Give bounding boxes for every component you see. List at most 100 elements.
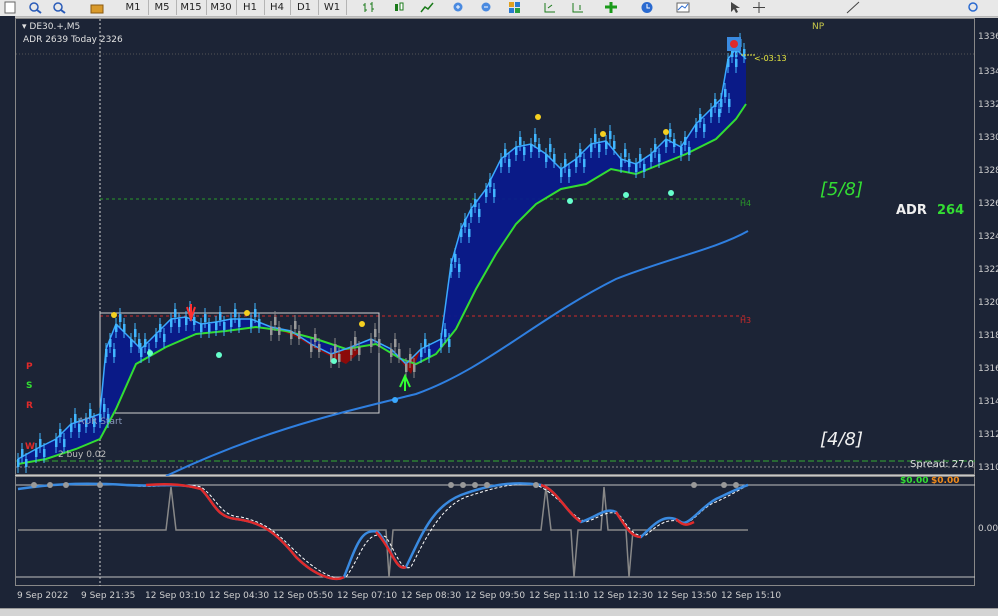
candle-body bbox=[163, 334, 166, 342]
oscillator-window[interactable]: $0.00 $0.00 bbox=[15, 476, 976, 587]
candle-body bbox=[699, 114, 702, 122]
w-label: W bbox=[25, 442, 35, 452]
x-tick: 12 Sep 08:30 bbox=[401, 591, 462, 601]
candle-body bbox=[35, 449, 38, 457]
y-tick: 1330 bbox=[978, 133, 998, 143]
signal-step-line bbox=[18, 486, 748, 578]
tf-m30[interactable]: M30 bbox=[206, 0, 237, 15]
x-tick: 12 Sep 11:10 bbox=[529, 591, 590, 601]
fast-ma-line bbox=[17, 47, 747, 460]
candle-body bbox=[219, 312, 222, 320]
candle-body bbox=[43, 449, 46, 457]
main-chart-area[interactable]: ▾ DE30.+,M5 ADR 2639 Today 2326 NP <-03:… bbox=[15, 18, 976, 476]
candle-body bbox=[493, 189, 496, 197]
fractal-dot bbox=[147, 350, 153, 356]
cursor-icon[interactable] bbox=[728, 1, 742, 14]
tf-h4[interactable]: H4 bbox=[264, 0, 291, 15]
candle-body bbox=[468, 229, 471, 237]
line-chart-icon[interactable] bbox=[420, 1, 434, 14]
collapse-triangle-icon[interactable]: ▾ bbox=[22, 22, 27, 32]
zoom-plus-icon[interactable] bbox=[452, 1, 466, 14]
candle-body bbox=[727, 59, 730, 67]
autoscroll-icon[interactable] bbox=[543, 1, 557, 14]
candle-body bbox=[458, 264, 461, 272]
candle-body bbox=[200, 324, 203, 332]
x-tick: 12 Sep 15:10 bbox=[721, 591, 782, 601]
chart-shift-icon[interactable] bbox=[571, 1, 585, 14]
candle-body bbox=[538, 144, 541, 152]
zoom-minus-icon[interactable] bbox=[480, 1, 494, 14]
indicators-icon[interactable] bbox=[604, 1, 618, 14]
templates-dropdown-icon[interactable] bbox=[676, 1, 690, 14]
candle-body bbox=[140, 349, 143, 357]
bar-chart-icon[interactable] bbox=[362, 1, 376, 14]
tf-h1[interactable]: H1 bbox=[236, 0, 265, 15]
candle-body bbox=[89, 409, 92, 417]
adr-label: ADR bbox=[896, 203, 927, 218]
slow-ma-line bbox=[17, 103, 747, 465]
fractal-dot bbox=[668, 190, 674, 196]
trendline-icon[interactable] bbox=[846, 1, 860, 14]
candle-body bbox=[59, 429, 62, 437]
candle-body bbox=[428, 349, 431, 357]
periods-icon[interactable] bbox=[640, 1, 654, 14]
osc-dot bbox=[460, 482, 466, 488]
tf-d1[interactable]: D1 bbox=[290, 0, 319, 15]
candle-body bbox=[178, 319, 181, 327]
buy-position-label: 2 buy 0.02 bbox=[58, 450, 107, 460]
fractal-dot bbox=[600, 131, 606, 137]
candle-body bbox=[310, 344, 313, 352]
templates-icon[interactable] bbox=[90, 1, 104, 14]
candle-body bbox=[454, 254, 457, 262]
time-axis[interactable]: 9 Sep 2022 9 Sep 21:35 12 Sep 03:10 12 S… bbox=[0, 586, 998, 608]
candle-body bbox=[204, 314, 207, 322]
fractal-dot bbox=[567, 198, 573, 204]
tf-m15[interactable]: M15 bbox=[176, 0, 207, 15]
candle-body bbox=[560, 169, 563, 177]
candle-body bbox=[710, 109, 713, 117]
candle-body bbox=[334, 344, 337, 352]
adr-value: 264 bbox=[937, 203, 965, 218]
zoom-out-icon[interactable] bbox=[52, 1, 66, 14]
candle-body bbox=[155, 334, 158, 342]
osc-signal-line bbox=[17, 483, 749, 579]
new-chart-icon[interactable] bbox=[3, 1, 17, 14]
y-tick: 1326 bbox=[978, 199, 998, 209]
candle-body bbox=[105, 349, 108, 357]
candle-body bbox=[635, 164, 638, 172]
candle-body bbox=[448, 339, 451, 347]
candle-body bbox=[688, 147, 691, 155]
candlestick-icon[interactable] bbox=[392, 1, 406, 14]
crosshair-icon[interactable] bbox=[752, 1, 766, 14]
tile-windows-icon[interactable] bbox=[508, 1, 522, 14]
candle-body bbox=[378, 339, 381, 347]
candle-body bbox=[70, 424, 73, 432]
candle-body bbox=[159, 324, 162, 332]
candle-body bbox=[258, 319, 261, 327]
tf-w1[interactable]: W1 bbox=[318, 0, 347, 15]
candle-body bbox=[215, 322, 218, 330]
tf-m1[interactable]: M1 bbox=[118, 0, 149, 15]
candle-body bbox=[500, 159, 503, 167]
y-tick: 1316 bbox=[978, 364, 998, 374]
zoom-in-icon[interactable] bbox=[28, 1, 42, 14]
candle-body bbox=[553, 154, 556, 162]
tf-m5[interactable]: M5 bbox=[148, 0, 177, 15]
candle-body bbox=[17, 459, 20, 467]
candle-body bbox=[290, 331, 293, 339]
text-tool-icon[interactable] bbox=[966, 1, 980, 14]
candle-body bbox=[628, 159, 631, 167]
candle-body bbox=[508, 159, 511, 167]
y-tick: 1336 bbox=[978, 32, 998, 42]
candle-body bbox=[620, 159, 623, 167]
candle-body bbox=[515, 147, 518, 155]
psr-p-label: P bbox=[26, 362, 33, 372]
y-tick: 1320 bbox=[978, 298, 998, 308]
y-tick: 1312 bbox=[978, 430, 998, 440]
osc-dot bbox=[31, 482, 37, 488]
candle-body bbox=[223, 322, 226, 330]
candle-body bbox=[564, 159, 567, 167]
price-axis[interactable]: 1336 1334 1332 1330 1328 1326 1324 1322 … bbox=[975, 18, 998, 586]
candle-body bbox=[545, 154, 548, 162]
candle-body bbox=[743, 49, 746, 57]
